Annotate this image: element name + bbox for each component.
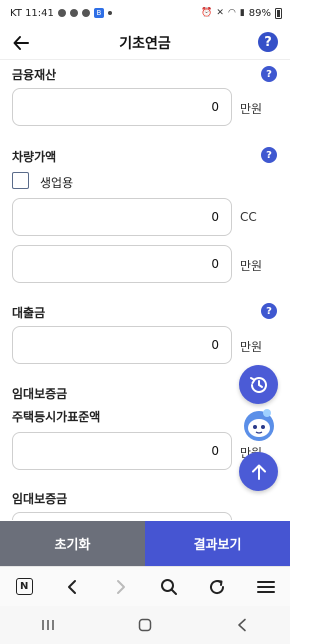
more-notifications-icon bbox=[107, 11, 112, 15]
history-icon bbox=[249, 376, 267, 393]
question-icon: ? bbox=[266, 149, 272, 161]
business-use-checkbox[interactable] bbox=[12, 172, 29, 189]
hamburger-menu-icon bbox=[256, 580, 275, 593]
browser-home-button[interactable]: N bbox=[9, 572, 39, 602]
question-icon: ? bbox=[266, 68, 272, 80]
housing-price-label: 주택등시가표준액 bbox=[12, 410, 101, 424]
financial-assets-label: 금융재산 bbox=[12, 68, 57, 82]
mute-icon: ✕ bbox=[216, 8, 224, 18]
action-bar: 초기화 결과보기 bbox=[0, 521, 290, 566]
loan-help-button[interactable]: ? bbox=[261, 303, 277, 319]
lease-deposit-value: 0 bbox=[211, 444, 219, 458]
notification-icon bbox=[57, 9, 66, 17]
search-icon bbox=[161, 578, 178, 595]
page-title: 기초연금 bbox=[119, 35, 171, 52]
financial-assets-help-button[interactable]: ? bbox=[261, 66, 277, 82]
system-home-button[interactable] bbox=[130, 610, 160, 640]
chevron-left-icon bbox=[68, 579, 77, 594]
financial-assets-value: 0 bbox=[211, 100, 219, 114]
naver-home-icon: N bbox=[15, 578, 33, 595]
vehicle-label: 차량가액 bbox=[12, 150, 57, 164]
loan-value: 0 bbox=[211, 338, 219, 352]
chatbot-button[interactable] bbox=[241, 406, 277, 444]
chevron-right-icon bbox=[116, 579, 125, 594]
lease-deposit-2-label: 임대보증금 bbox=[12, 492, 68, 506]
status-bar: KT 11:41 B ⏰ ✕ ◠ ▮ 89% bbox=[0, 0, 290, 26]
vehicle-price-input[interactable]: 0 bbox=[12, 245, 232, 283]
browser-forward-button[interactable] bbox=[106, 572, 136, 602]
history-button[interactable] bbox=[239, 365, 278, 404]
view-result-button[interactable]: 결과보기 bbox=[145, 521, 290, 566]
arrow-up-icon bbox=[251, 464, 266, 480]
app-b-icon: B bbox=[93, 8, 104, 18]
vehicle-displacement-input[interactable]: 0 bbox=[12, 198, 232, 236]
wifi-icon: ◠ bbox=[227, 8, 236, 18]
recent-apps-icon bbox=[42, 620, 55, 630]
lease-deposit-input[interactable]: 0 bbox=[12, 432, 232, 470]
help-button-header[interactable]: ? bbox=[258, 32, 278, 52]
message-icon bbox=[69, 9, 78, 17]
financial-assets-input[interactable]: 0 bbox=[12, 88, 232, 126]
browser-back-button[interactable] bbox=[57, 572, 87, 602]
battery-icon bbox=[275, 7, 282, 19]
vehicle-price-unit: 만원 bbox=[240, 259, 263, 273]
lease-deposit-label: 임대보증금 bbox=[12, 387, 68, 401]
scroll-top-button[interactable] bbox=[239, 452, 278, 491]
refresh-icon bbox=[210, 579, 225, 594]
app-header: 기초연금 ? bbox=[0, 26, 290, 60]
back-button[interactable] bbox=[8, 30, 34, 56]
browser-refresh-button[interactable] bbox=[202, 572, 232, 602]
browser-menu-button[interactable] bbox=[251, 572, 281, 602]
loan-input[interactable]: 0 bbox=[12, 326, 232, 364]
vehicle-price-value: 0 bbox=[211, 257, 219, 271]
chat-icon bbox=[81, 9, 90, 17]
form-content[interactable]: 금융재산 ? 0 만원 차량가액 ? 생업용 0 CC 0 만원 대출금 ? 0… bbox=[0, 60, 290, 520]
vehicle-help-button[interactable]: ? bbox=[261, 147, 277, 163]
home-icon bbox=[138, 618, 152, 632]
loan-label: 대출금 bbox=[12, 306, 46, 320]
business-use-label: 생업용 bbox=[40, 176, 74, 190]
back-chevron-icon bbox=[237, 618, 246, 632]
vehicle-displacement-value: 0 bbox=[211, 210, 219, 224]
status-carrier-time: KT 11:41 bbox=[10, 7, 54, 19]
signal-icon: ▮ bbox=[239, 8, 245, 18]
recent-apps-button[interactable] bbox=[33, 610, 63, 640]
browser-toolbar: N bbox=[0, 566, 290, 606]
loan-unit: 만원 bbox=[240, 340, 263, 354]
vehicle-displacement-unit: CC bbox=[240, 210, 257, 224]
question-icon: ? bbox=[264, 34, 272, 50]
chatbot-icon bbox=[244, 409, 274, 441]
lease-deposit-2-input[interactable] bbox=[12, 512, 232, 520]
system-nav-bar bbox=[0, 606, 290, 644]
alarm-icon: ⏰ bbox=[201, 8, 213, 18]
reset-button[interactable]: 초기화 bbox=[0, 521, 145, 566]
question-icon: ? bbox=[266, 305, 272, 317]
financial-assets-unit: 만원 bbox=[240, 102, 263, 116]
arrow-left-icon bbox=[13, 36, 29, 50]
browser-search-button[interactable] bbox=[154, 572, 184, 602]
system-back-button[interactable] bbox=[227, 610, 257, 640]
battery-percent: 89% bbox=[248, 7, 271, 19]
